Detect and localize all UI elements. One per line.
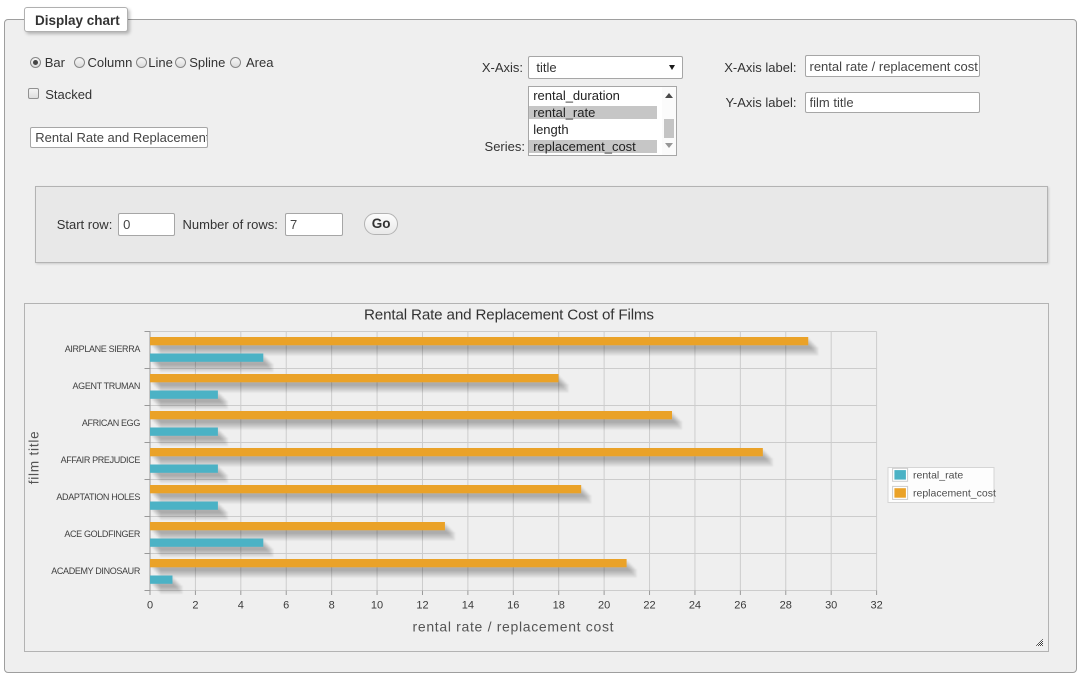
svg-text:30: 30 — [825, 600, 837, 612]
svg-text:20: 20 — [598, 600, 610, 612]
svg-text:rental rate / replacement cost: rental rate / replacement cost — [413, 619, 614, 635]
svg-text:ACE GOLDFINGER: ACE GOLDFINGER — [64, 529, 140, 539]
svg-text:10: 10 — [371, 600, 383, 612]
svg-text:8: 8 — [329, 600, 335, 612]
svg-text:6: 6 — [283, 600, 289, 612]
svg-text:ACADEMY DINOSAUR: ACADEMY DINOSAUR — [51, 566, 141, 576]
svg-text:16: 16 — [507, 600, 519, 612]
svg-text:12: 12 — [416, 600, 428, 612]
svg-text:ADAPTATION HOLES: ADAPTATION HOLES — [56, 492, 140, 502]
svg-text:rental_rate: rental_rate — [913, 469, 963, 481]
svg-text:22: 22 — [643, 600, 655, 612]
svg-text:18: 18 — [553, 600, 565, 612]
svg-text:28: 28 — [780, 600, 792, 612]
svg-text:4: 4 — [238, 600, 244, 612]
svg-text:14: 14 — [462, 600, 474, 612]
svg-text:0: 0 — [147, 600, 153, 612]
svg-text:24: 24 — [689, 600, 701, 612]
svg-text:replacement_cost: replacement_cost — [913, 488, 996, 500]
svg-text:26: 26 — [734, 600, 746, 612]
svg-text:AFFAIR PREJUDICE: AFFAIR PREJUDICE — [61, 455, 141, 465]
svg-text:AGENT TRUMAN: AGENT TRUMAN — [73, 381, 140, 391]
svg-text:2: 2 — [192, 600, 198, 612]
svg-text:32: 32 — [870, 600, 882, 612]
svg-text:Rental Rate and Replacement Co: Rental Rate and Replacement Cost of Film… — [364, 307, 654, 324]
svg-text:AIRPLANE SIERRA: AIRPLANE SIERRA — [65, 344, 141, 354]
svg-text:AFRICAN EGG: AFRICAN EGG — [82, 418, 141, 428]
svg-text:film title: film title — [27, 431, 42, 484]
